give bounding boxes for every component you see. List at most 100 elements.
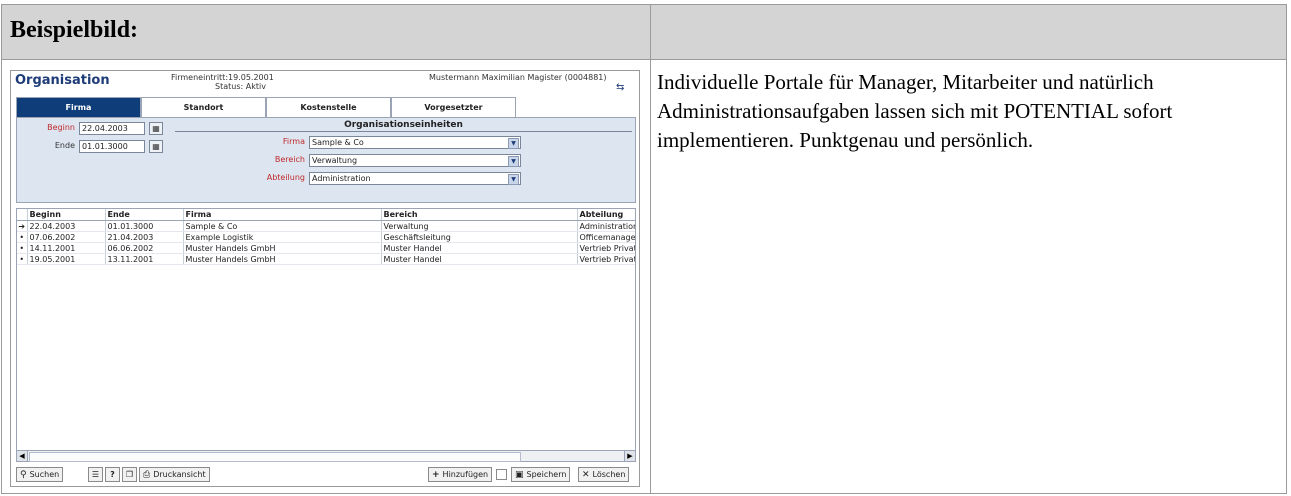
chevron-down-icon: ▼	[508, 174, 519, 185]
table-cell: 13.11.2001	[105, 253, 184, 265]
table-cell: Officemanagement	[577, 231, 635, 243]
tab-firma[interactable]: Firma	[16, 97, 141, 117]
column-header-bereich[interactable]: Bereich	[381, 209, 578, 221]
entry-date: Firmeneintritt:19.05.2001	[171, 73, 274, 82]
tab-standort[interactable]: Standort	[141, 97, 266, 117]
table-row[interactable]: • 19.05.2001 13.11.2001 Muster Handels G…	[17, 253, 635, 265]
printer-icon: ⎙	[143, 470, 151, 480]
bereich-label: Bereich	[274, 155, 305, 164]
chevron-down-icon: ▼	[508, 138, 519, 149]
copy-icon: ❐	[125, 470, 134, 479]
floppy-disk-icon: ▣	[515, 470, 524, 480]
list-view-button[interactable]: ☰	[88, 467, 103, 482]
end-label: Ende	[54, 141, 75, 150]
description-cell: Individuelle Portale für Manager, Mitarb…	[651, 60, 1286, 493]
bereich-select-value: Verwaltung	[312, 156, 358, 165]
bereich-select[interactable]: Verwaltung ▼	[309, 154, 521, 167]
print-preview-label: Druckansicht	[153, 470, 206, 479]
search-button-label: Suchen	[29, 470, 60, 479]
bottom-toolbar: ⚲ Suchen ☰ ? ❐ ⎙ Druckansicht + Hinzufügen …	[16, 466, 636, 484]
table-cell: Muster Handel	[381, 242, 578, 254]
help-icon: ?	[110, 470, 115, 479]
table-cell: 07.06.2002	[27, 231, 106, 243]
document-table: Beispielbild: Organisation Firmeneintrit…	[1, 4, 1287, 494]
table-cell: Vertrieb Privat	[577, 242, 635, 254]
header-cell-right	[651, 5, 1286, 60]
plus-icon: +	[432, 470, 440, 480]
column-header-firma[interactable]: Firma	[183, 209, 382, 221]
tab-vorgesetzter[interactable]: Vorgesetzter	[391, 97, 516, 117]
add-button[interactable]: + Hinzufügen	[428, 467, 493, 482]
firma-label: Firma	[282, 137, 305, 146]
table-cell: 06.06.2002	[105, 242, 184, 254]
form-panel: Beginn 22.04.2003 ▦ Ende 01.01.3000 ▦ Or…	[16, 117, 636, 203]
print-preview-button[interactable]: ⎙ Druckansicht	[139, 467, 210, 482]
search-button[interactable]: ⚲ Suchen	[16, 467, 64, 482]
tab-bar: Firma Standort Kostenstelle Vorgesetzter	[16, 97, 516, 117]
history-grid: Beginn Ende Firma Bereich Abteilung ➔ 22…	[16, 208, 636, 462]
row-marker-header	[17, 209, 28, 221]
table-cell: Muster Handels GmbH	[183, 242, 382, 254]
delete-button-label: Löschen	[592, 470, 626, 479]
select-checkbox[interactable]	[496, 469, 507, 480]
firma-select-value: Sample & Co	[312, 138, 364, 147]
scroll-right-icon[interactable]: ▶	[624, 451, 635, 461]
table-cell: Muster Handel	[381, 253, 578, 265]
swap-arrows-icon[interactable]: ⇆	[616, 83, 630, 93]
calendar-icon[interactable]: ▦	[149, 140, 163, 153]
table-cell: 19.05.2001	[27, 253, 106, 265]
table-cell: 22.04.2003	[27, 220, 106, 232]
list-icon: ☰	[91, 470, 100, 479]
table-cell: Example Logistik	[183, 231, 382, 243]
row-bullet-icon: •	[17, 253, 28, 265]
table-cell: 21.04.2003	[105, 231, 184, 243]
table-cell: Verwaltung	[381, 220, 578, 232]
history-table: Beginn Ende Firma Bereich Abteilung ➔ 22…	[17, 209, 635, 265]
column-header-ende[interactable]: Ende	[105, 209, 184, 221]
abteilung-label: Abteilung	[266, 173, 305, 182]
binoculars-icon: ⚲	[20, 470, 27, 480]
delete-button[interactable]: ✕ Löschen	[578, 467, 630, 482]
table-cell: Vertrieb Privat	[577, 253, 635, 265]
end-date-input[interactable]: 01.01.3000	[79, 140, 145, 153]
table-cell: Sample & Co	[183, 220, 382, 232]
table-cell: 01.01.3000	[105, 220, 184, 232]
table-row[interactable]: • 07.06.2002 21.04.2003 Example Logistik…	[17, 231, 635, 243]
tab-kostenstelle[interactable]: Kostenstelle	[266, 97, 391, 117]
app-window: Organisation Firmeneintritt:19.05.2001 S…	[10, 70, 640, 487]
header-title: Beispielbild:	[10, 17, 139, 43]
calendar-icon[interactable]: ▦	[149, 122, 163, 135]
help-button[interactable]: ?	[105, 467, 120, 482]
table-cell: Geschäftsleitung	[381, 231, 578, 243]
description-text: Individuelle Portale für Manager, Mitarb…	[657, 70, 1173, 152]
status-text: Status: Aktiv	[215, 82, 266, 91]
app-title: Organisation	[15, 73, 110, 88]
abteilung-select-value: Administration	[312, 174, 371, 183]
abteilung-select[interactable]: Administration ▼	[309, 172, 521, 185]
org-units-heading: Organisationseinheiten	[175, 119, 632, 132]
firma-select[interactable]: Sample & Co ▼	[309, 136, 521, 149]
row-bullet-icon: •	[17, 231, 28, 243]
add-button-label: Hinzufügen	[442, 470, 489, 479]
table-cell: 14.11.2001	[27, 242, 106, 254]
scroll-left-icon[interactable]: ◀	[17, 451, 28, 461]
table-row[interactable]: • 14.11.2001 06.06.2002 Muster Handels G…	[17, 242, 635, 254]
user-name: Mustermann Maximilian Magister (0004881)	[429, 73, 607, 82]
column-header-beginn[interactable]: Beginn	[27, 209, 106, 221]
begin-date-input[interactable]: 22.04.2003	[79, 122, 145, 135]
copy-button[interactable]: ❐	[122, 467, 137, 482]
horizontal-scrollbar[interactable]: ◀ ▶	[16, 450, 636, 462]
scrollbar-thumb[interactable]	[29, 452, 521, 462]
chevron-down-icon: ▼	[508, 156, 519, 167]
save-button[interactable]: ▣ Speichern	[511, 467, 571, 482]
table-row[interactable]: ➔ 22.04.2003 01.01.3000 Sample & Co Verw…	[17, 220, 635, 232]
header-cell-left: Beispielbild:	[2, 5, 651, 60]
current-row-arrow-icon: ➔	[17, 220, 28, 232]
table-header-row: Beginn Ende Firma Bereich Abteilung	[17, 209, 635, 221]
save-button-label: Speichern	[526, 470, 567, 479]
screenshot-cell: Organisation Firmeneintritt:19.05.2001 S…	[2, 60, 651, 493]
table-cell: Muster Handels GmbH	[183, 253, 382, 265]
close-icon: ✕	[582, 470, 590, 480]
column-header-abteilung[interactable]: Abteilung	[577, 209, 635, 221]
begin-label: Beginn	[47, 123, 75, 132]
